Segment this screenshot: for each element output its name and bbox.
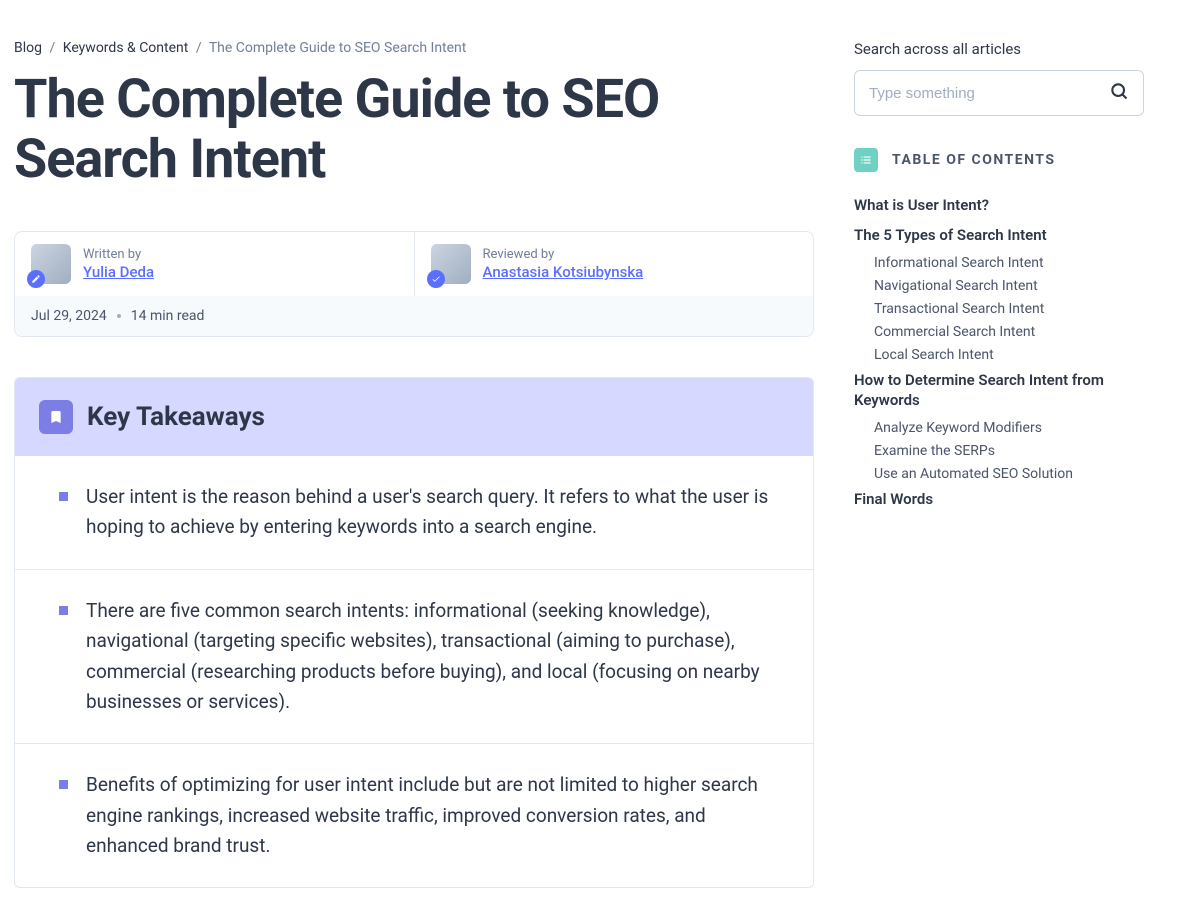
bookmark-icon <box>39 400 73 434</box>
toc-sublist: Informational Search Intent Navigational… <box>874 255 1144 363</box>
breadcrumb-separator: / <box>196 40 202 56</box>
dot-separator <box>117 314 121 318</box>
breadcrumb-blog[interactable]: Blog <box>14 40 42 56</box>
check-icon <box>427 270 445 288</box>
toc-heading: TABLE OF CONTENTS <box>892 152 1055 168</box>
breadcrumb: Blog / Keywords & Content / The Complete… <box>14 40 814 56</box>
reviewer-name-link[interactable]: Anastasia Kotsiubynska <box>483 263 644 281</box>
takeaway-item: Benefits of optimizing for user intent i… <box>15 743 813 887</box>
avatar <box>431 244 471 284</box>
toc-sublist: Analyze Keyword Modifiers Examine the SE… <box>874 420 1144 482</box>
read-time: 14 min read <box>131 308 205 324</box>
toc-subitem[interactable]: Examine the SERPs <box>874 443 1144 459</box>
toc-subitem[interactable]: Local Search Intent <box>874 347 1144 363</box>
publish-date: Jul 29, 2024 <box>31 308 107 324</box>
toc-list: What is User Intent? The 5 Types of Sear… <box>854 196 1144 510</box>
breadcrumb-current: The Complete Guide to SEO Search Intent <box>209 40 467 56</box>
main-content: Blog / Keywords & Content / The Complete… <box>14 40 814 888</box>
takeaways-body: User intent is the reason behind a user'… <box>15 456 813 888</box>
reviewed-by-label: Reviewed by <box>483 247 644 262</box>
toc-header: TABLE OF CONTENTS <box>854 148 1144 172</box>
avatar <box>31 244 71 284</box>
bullet-icon <box>59 492 68 501</box>
key-takeaways: Key Takeaways User intent is the reason … <box>14 377 814 889</box>
pen-icon <box>27 270 45 288</box>
breadcrumb-category[interactable]: Keywords & Content <box>63 40 189 56</box>
reviewed-by-section: Reviewed by Anastasia Kotsiubynska <box>415 232 814 296</box>
toc-subitem[interactable]: Use an Automated SEO Solution <box>874 466 1144 482</box>
toc-subitem[interactable]: Analyze Keyword Modifiers <box>874 420 1144 436</box>
takeaways-heading: Key Takeaways <box>87 402 265 432</box>
toc-subitem[interactable]: Transactional Search Intent <box>874 301 1144 317</box>
author-text: Reviewed by Anastasia Kotsiubynska <box>483 247 644 281</box>
toc-item-types[interactable]: The 5 Types of Search Intent <box>854 226 1144 246</box>
breadcrumb-separator: / <box>49 40 55 56</box>
takeaway-text: There are five common search intents: in… <box>86 596 785 718</box>
toc-item-determine[interactable]: How to Determine Search Intent from Keyw… <box>854 371 1144 410</box>
sidebar: Search across all articles TABLE OF CONT… <box>854 40 1144 888</box>
toc-subitem[interactable]: Informational Search Intent <box>874 255 1144 271</box>
search-icon[interactable] <box>1109 81 1129 105</box>
author-text: Written by Yulia Deda <box>83 247 154 281</box>
author-name-link[interactable]: Yulia Deda <box>83 263 154 281</box>
takeaway-item: There are five common search intents: in… <box>15 569 813 744</box>
takeaway-text: User intent is the reason behind a user'… <box>86 482 785 543</box>
written-by-label: Written by <box>83 247 154 262</box>
meta-row: Jul 29, 2024 14 min read <box>15 296 813 336</box>
toc-subitem[interactable]: Navigational Search Intent <box>874 278 1144 294</box>
bullet-icon <box>59 606 68 615</box>
takeaway-text: Benefits of optimizing for user intent i… <box>86 770 785 861</box>
takeaway-item: User intent is the reason behind a user'… <box>15 456 813 569</box>
search-box[interactable] <box>854 70 1144 116</box>
takeaways-header: Key Takeaways <box>15 378 813 456</box>
written-by-section: Written by Yulia Deda <box>15 232 415 296</box>
search-input[interactable] <box>869 85 1109 102</box>
author-row: Written by Yulia Deda Reviewed by Anasta… <box>15 232 813 296</box>
search-label: Search across all articles <box>854 40 1144 58</box>
list-icon <box>854 148 878 172</box>
toc-subitem[interactable]: Commercial Search Intent <box>874 324 1144 340</box>
bullet-icon <box>59 780 68 789</box>
page-title: The Complete Guide to SEO Search Intent <box>14 70 814 191</box>
toc-item-final[interactable]: Final Words <box>854 490 1144 510</box>
toc-item-user-intent[interactable]: What is User Intent? <box>854 196 1144 216</box>
author-card: Written by Yulia Deda Reviewed by Anasta… <box>14 231 814 337</box>
